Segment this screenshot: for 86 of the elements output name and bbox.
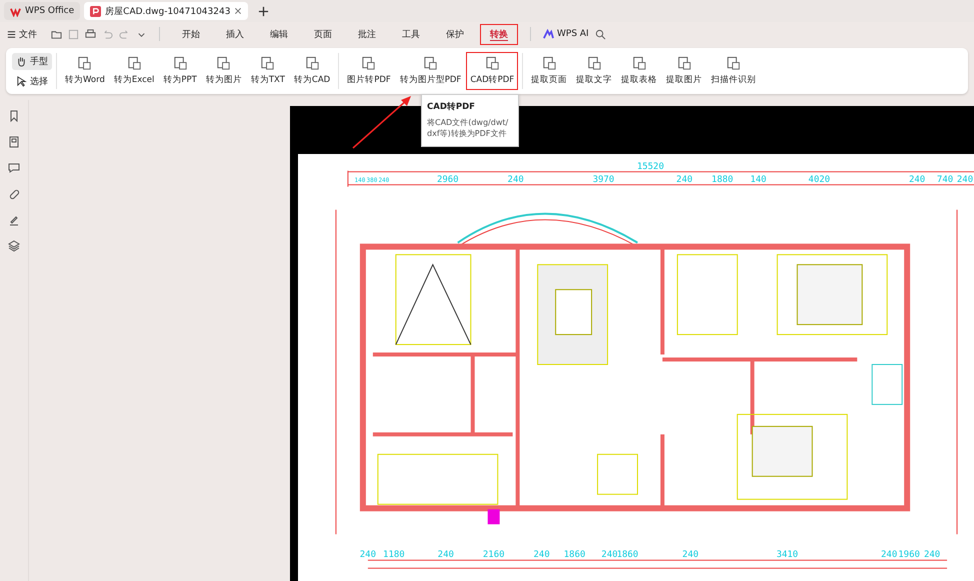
document-icon (304, 56, 320, 71)
thumbnail-icon[interactable] (8, 136, 20, 148)
dimension-label: 1880 (712, 174, 734, 185)
pdf-file-icon (90, 6, 102, 16)
mode-button[interactable]: 手型 (12, 52, 52, 70)
folder-icon[interactable] (51, 28, 62, 40)
mode-button[interactable]: 选择 (12, 72, 52, 90)
search-icon[interactable] (594, 28, 606, 40)
dimension-label: 240 (360, 550, 376, 560)
dimension-label: 140 (750, 174, 766, 185)
file-menu[interactable]: 文件 (6, 28, 37, 40)
ribbon-button[interactable]: 转为PPT (159, 52, 201, 90)
document-icon (172, 56, 188, 71)
menu-tab[interactable]: 保护 (436, 24, 474, 44)
ai-button[interactable]: WPS AI (543, 28, 589, 40)
ribbon-button[interactable]: 转为Excel (110, 52, 158, 90)
ribbon-button[interactable]: 提取图片 (662, 52, 706, 90)
dimension-label: 740 (936, 174, 954, 185)
menu-tab[interactable]: 开始 (172, 24, 210, 44)
ribbon-button[interactable]: 转为Word (61, 52, 109, 90)
document-icon (632, 56, 647, 71)
document-icon (216, 56, 232, 71)
dimension-label: 240 (508, 174, 524, 185)
tooltip-title: CAD转PDF (427, 101, 476, 113)
ai-logo-icon (543, 28, 554, 40)
ribbon-button[interactable]: 提取页面 (527, 52, 572, 90)
document-icon (423, 56, 438, 71)
ribbon-button[interactable]: CAD转PDF (466, 52, 518, 90)
ribbon-button[interactable]: 转为图片 (202, 52, 246, 90)
ribbon-button[interactable]: 图片转PDF (343, 52, 395, 90)
ribbon-button[interactable]: 转为TXT (246, 52, 289, 90)
print-icon[interactable] (85, 28, 96, 40)
dimension-label: 240 (438, 550, 454, 560)
dimension-label: 15520 (636, 162, 664, 172)
ribbon-button[interactable]: 转为CAD (290, 52, 334, 90)
annotation-arrow (351, 94, 413, 150)
document-icon (586, 56, 602, 71)
logo-icon (10, 6, 21, 16)
dimension-label: 240 (924, 550, 940, 560)
dimension-label: 1960 (898, 550, 920, 560)
dimension-label: 1180 (383, 550, 405, 560)
dimension-label: 240 (956, 174, 974, 185)
attachment-icon[interactable] (8, 188, 20, 200)
bookmark-icon[interactable] (8, 110, 20, 122)
ribbon-button[interactable]: 转为图片型PDF (396, 52, 466, 90)
dimension-label: 2160 (482, 550, 505, 560)
dimension-label: 3410 (776, 550, 798, 560)
dimension-label: 240 (881, 550, 898, 560)
window-tab[interactable]: 房屋CAD.dwg-10471043243 (84, 2, 248, 20)
document-icon (484, 56, 500, 71)
dimension-label: 240 (682, 550, 699, 560)
document-icon (542, 56, 557, 71)
layers-icon[interactable] (8, 240, 20, 252)
dimension-label: 1860 (564, 550, 586, 560)
menu-tab[interactable]: 编辑 (260, 24, 298, 44)
document-icon (726, 56, 742, 71)
menu-tab[interactable]: 页面 (304, 24, 342, 44)
pointer-icon (16, 76, 27, 86)
ribbon-button[interactable]: 提取文字 (572, 52, 616, 90)
add-tab-icon[interactable] (258, 6, 270, 16)
document-icon (260, 56, 276, 71)
pen-icon[interactable] (8, 214, 20, 226)
document-icon (77, 56, 92, 71)
menu-tab[interactable]: 批注 (348, 24, 386, 44)
dimension-label: 2960 (436, 174, 459, 185)
document-icon (676, 56, 692, 71)
dimension-label: 240 (676, 174, 693, 185)
tooltip-text: 将CAD文件(dwg/dwt/dxf等)转换为PDF文件 (427, 118, 510, 140)
dimension-label: 1860 (616, 550, 638, 560)
dimension-label: 240 (601, 550, 618, 560)
menu-tab[interactable]: 转换 (480, 24, 518, 44)
menu-tab[interactable]: 工具 (392, 24, 430, 44)
dimension-label: 3970 (592, 174, 614, 185)
document-icon (126, 56, 142, 71)
menu-tab[interactable]: 插入 (216, 24, 254, 44)
comment-icon[interactable] (8, 162, 20, 174)
hand-icon (16, 56, 27, 66)
dimension-label: 4020 (808, 174, 830, 185)
dimension-label: 240 (908, 174, 926, 185)
ribbon-button[interactable]: 提取表格 (617, 52, 662, 90)
window-tab[interactable]: WPS Office (4, 2, 80, 20)
ribbon-button[interactable]: 扫描件识别 (707, 52, 760, 90)
close-icon[interactable] (234, 7, 242, 15)
dimension-label: 240 (534, 550, 550, 560)
menu-icon (6, 28, 17, 40)
document-icon (361, 56, 376, 71)
